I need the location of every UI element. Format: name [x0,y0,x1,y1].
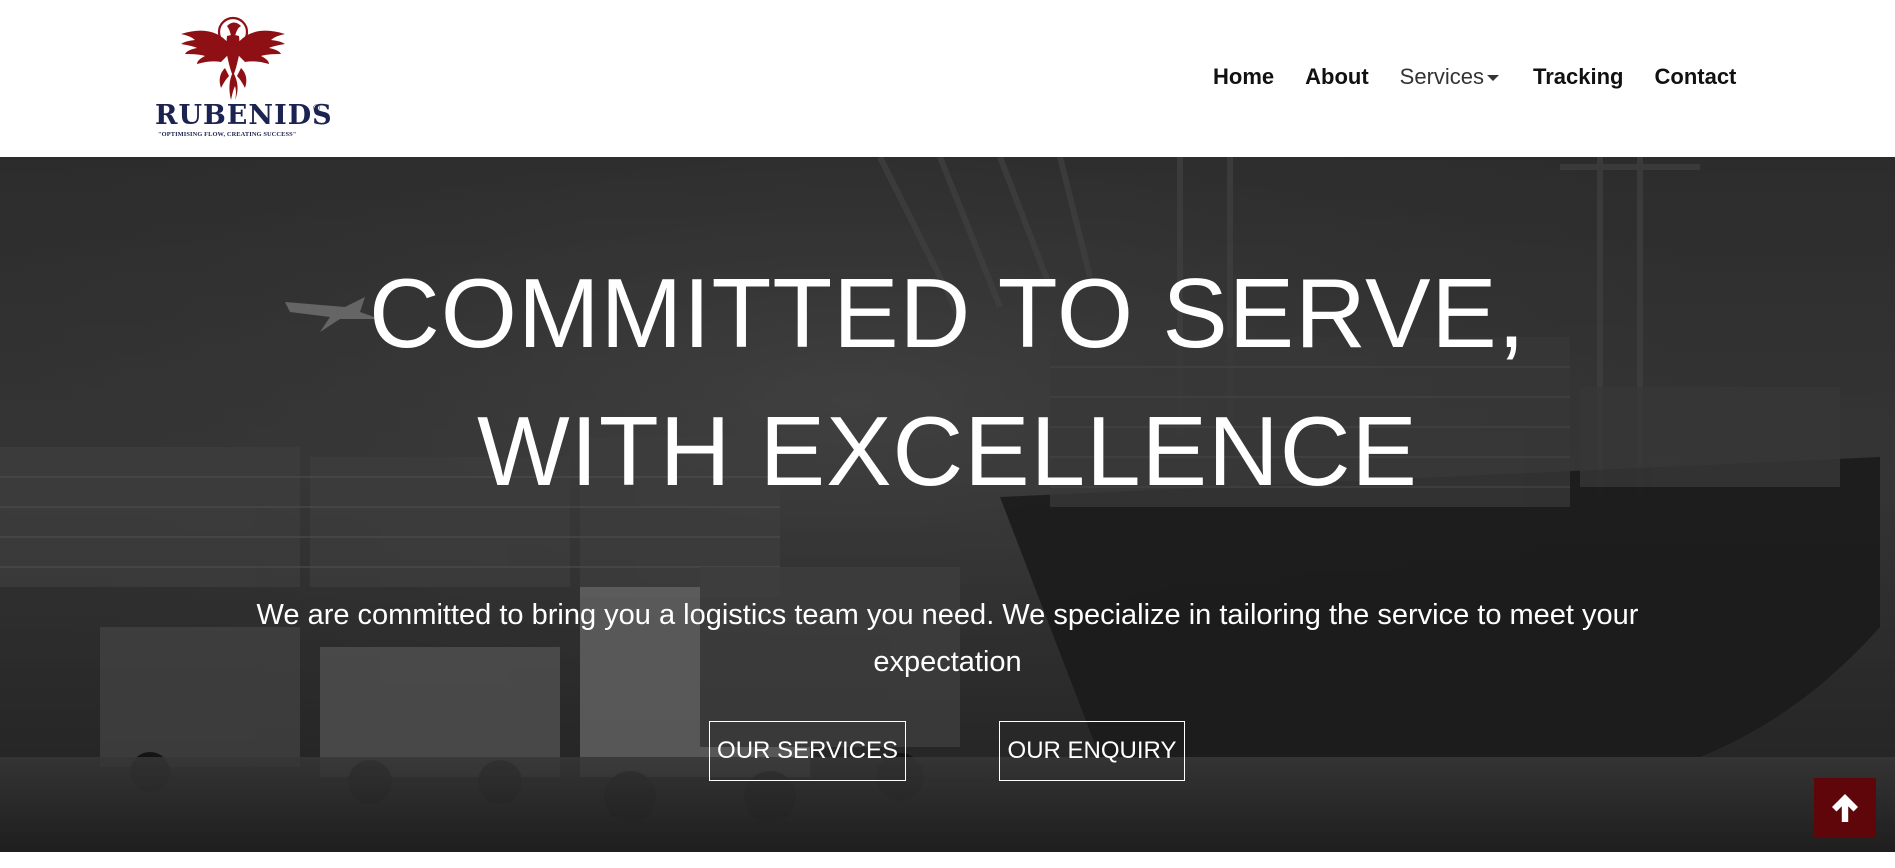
brand-name: RUBENIDS [155,100,333,131]
nav-about[interactable]: About [1305,64,1369,90]
registered-mark: ® [312,104,321,114]
main-nav: Home About Services Tracking Contact [1213,62,1736,92]
nav-home[interactable]: Home [1213,64,1274,90]
scroll-to-top-button[interactable] [1814,778,1876,838]
hero-title-line-1: COMMITTED TO SERVE, [368,258,1527,368]
hero-section: COMMITTED TO SERVE, WITH EXCELLENCE We a… [0,157,1895,852]
hero-description: We are committed to bring you a logistic… [256,599,1639,678]
our-services-button[interactable]: OUR SERVICES [709,721,906,781]
arrow-up-icon [1832,794,1858,822]
brand-tagline: "OPTIMISING FLOW, CREATING SUCCESS" [158,131,297,138]
caret-down-icon [1487,74,1500,81]
nav-tracking[interactable]: Tracking [1533,64,1623,90]
nav-contact[interactable]: Contact [1655,64,1737,90]
phoenix-logo-icon [181,16,285,100]
site-header: RUBENIDS ® "OPTIMISING FLOW, CREATING SU… [0,0,1895,157]
nav-services-label: Services [1399,64,1485,89]
hero-title-line-2: WITH EXCELLENCE [477,396,1418,506]
page-bottom-strip [0,852,1895,868]
our-enquiry-button[interactable]: OUR ENQUIRY [999,721,1185,781]
brand-logo[interactable]: RUBENIDS ® "OPTIMISING FLOW, CREATING SU… [155,14,333,142]
nav-services[interactable]: Services [1399,64,1500,90]
